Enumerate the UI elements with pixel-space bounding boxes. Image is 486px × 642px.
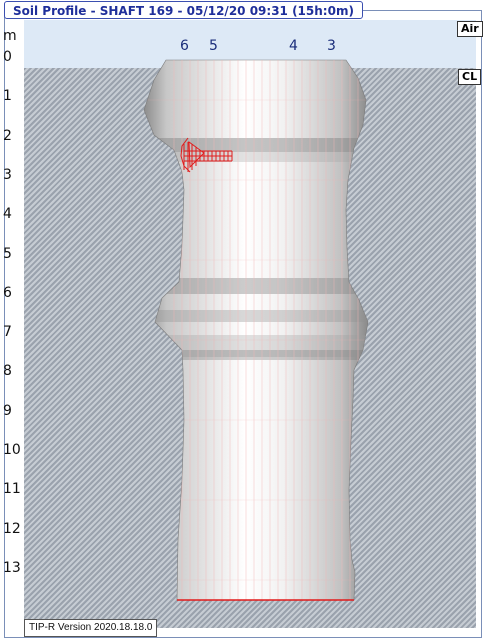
depth-tick-label: 7: [3, 324, 12, 341]
clay-layer-label: CL: [458, 69, 482, 85]
depth-tick-label: 0: [3, 49, 12, 65]
depth-tick-label: 6: [3, 284, 12, 301]
channel-label: 5: [209, 38, 218, 54]
depth-tick-label: 10: [3, 442, 21, 458]
depth-tick-label: 11: [3, 481, 21, 498]
depth-tick-label: 3: [3, 166, 12, 183]
depth-tick-label: 9: [3, 402, 12, 419]
depth-tick-label: 8: [3, 363, 12, 380]
depth-tick-label: 4: [3, 206, 12, 223]
shaft-3d-model: [143, 59, 369, 601]
depth-tick-label: 1: [3, 88, 12, 105]
air-label: Air: [457, 21, 483, 37]
channel-label: 3: [327, 38, 336, 54]
channel-label: 6: [180, 38, 189, 54]
depth-tick-label: 12: [3, 520, 21, 537]
depth-tick-label: 5: [3, 245, 12, 262]
profile-plot: [24, 20, 476, 628]
panel-title: Soil Profile - SHAFT 169 - 05/12/20 09:3…: [4, 1, 363, 19]
depth-tick-label: 13: [3, 559, 21, 576]
channel-label: 4: [289, 38, 298, 54]
version-label: TIP-R Version 2020.18.18.0: [24, 619, 158, 637]
depth-unit-label: m: [3, 28, 17, 44]
depth-tick-label: 2: [3, 127, 12, 144]
